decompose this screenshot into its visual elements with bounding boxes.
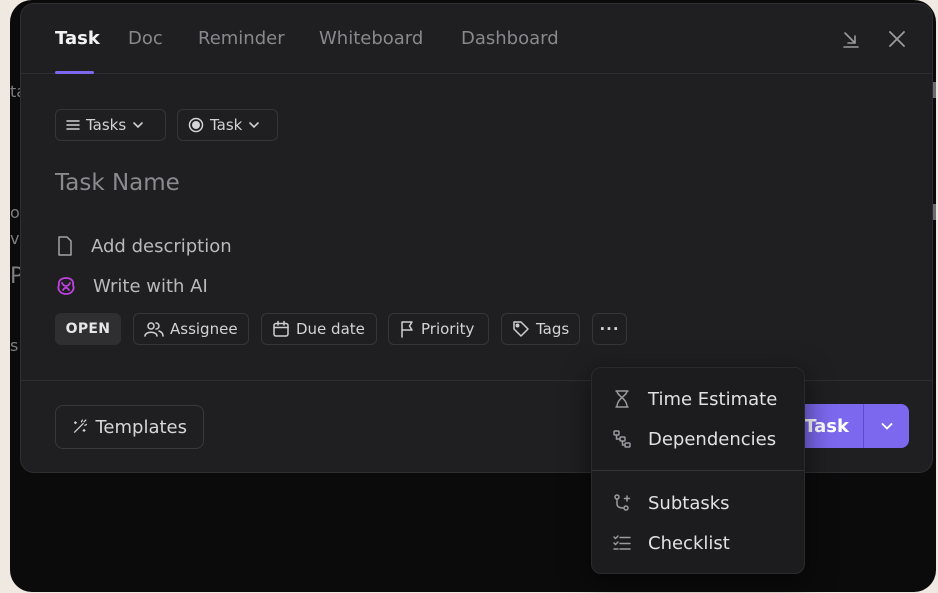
status-label: OPEN xyxy=(65,321,111,337)
task-type-icon xyxy=(188,117,204,133)
document-icon xyxy=(58,236,72,256)
menu-item-label: Checklist xyxy=(648,532,730,554)
list-selector-label: Tasks xyxy=(86,116,127,134)
task-name-input[interactable]: Task Name xyxy=(55,170,180,196)
due-date-label: Due date xyxy=(296,320,365,338)
templates-button[interactable]: Templates xyxy=(55,405,204,449)
chevron-down-icon xyxy=(133,122,144,129)
users-icon xyxy=(144,322,164,337)
dependencies-icon xyxy=(613,430,631,448)
list-selector[interactable]: Tasks xyxy=(55,109,166,141)
create-task-button-group: Task xyxy=(791,404,909,448)
chevron-down-icon xyxy=(249,122,260,129)
chevron-down-icon xyxy=(881,423,892,430)
tab-reminder[interactable]: Reminder xyxy=(198,28,285,49)
hourglass-icon xyxy=(615,390,629,408)
menu-item-label: Dependencies xyxy=(648,428,777,450)
menu-item-time-estimate[interactable]: Time Estimate xyxy=(592,381,804,417)
menu-divider xyxy=(592,470,804,471)
priority-button[interactable]: Priority xyxy=(388,313,489,345)
menu-item-dependencies[interactable]: Dependencies xyxy=(592,421,804,457)
tags-button[interactable]: Tags xyxy=(501,313,580,345)
close-icon xyxy=(889,31,905,47)
write-with-ai-label: Write with AI xyxy=(93,275,208,297)
magic-wand-icon xyxy=(73,419,88,433)
due-date-button[interactable]: Due date xyxy=(261,313,377,345)
ai-brain-icon xyxy=(57,277,75,295)
assignee-button[interactable]: Assignee xyxy=(133,313,249,345)
task-type-label: Task xyxy=(210,116,243,134)
tag-icon xyxy=(513,321,529,337)
tags-label: Tags xyxy=(536,320,570,338)
priority-label: Priority xyxy=(421,320,475,338)
modal-tab-bar: Task Doc Reminder Whiteboard Dashboard xyxy=(21,4,932,74)
create-options-button[interactable] xyxy=(864,404,909,448)
menu-item-label: Subtasks xyxy=(648,492,730,514)
more-options-button[interactable]: ··· xyxy=(592,313,627,345)
menu-item-subtasks[interactable]: Subtasks xyxy=(592,485,804,521)
checklist-icon xyxy=(613,535,631,550)
subtasks-icon xyxy=(614,494,631,511)
task-type-selector[interactable]: Task xyxy=(177,109,278,141)
calendar-icon xyxy=(273,320,289,337)
tab-doc[interactable]: Doc xyxy=(128,28,163,49)
add-description-label: Add description xyxy=(91,235,232,257)
more-options-menu: Time Estimate Dependencies Subtasks Chec… xyxy=(591,367,805,574)
assignee-label: Assignee xyxy=(170,320,238,338)
tab-dashboard[interactable]: Dashboard xyxy=(461,28,559,49)
active-tab-indicator xyxy=(55,71,94,74)
tab-whiteboard[interactable]: Whiteboard xyxy=(319,28,423,49)
flag-icon xyxy=(401,321,413,338)
templates-label: Templates xyxy=(95,416,187,438)
minimize-button[interactable] xyxy=(840,28,862,50)
status-badge[interactable]: OPEN xyxy=(55,313,121,345)
tab-task[interactable]: Task xyxy=(55,28,100,49)
menu-item-checklist[interactable]: Checklist xyxy=(592,525,804,561)
write-with-ai-row[interactable]: Write with AI xyxy=(55,275,208,297)
add-description-row[interactable]: Add description xyxy=(55,235,232,257)
menu-item-label: Time Estimate xyxy=(648,388,778,410)
more-dots-icon: ··· xyxy=(599,320,620,338)
list-icon xyxy=(66,120,80,130)
minimize-icon xyxy=(843,32,859,48)
close-button[interactable] xyxy=(886,28,908,50)
